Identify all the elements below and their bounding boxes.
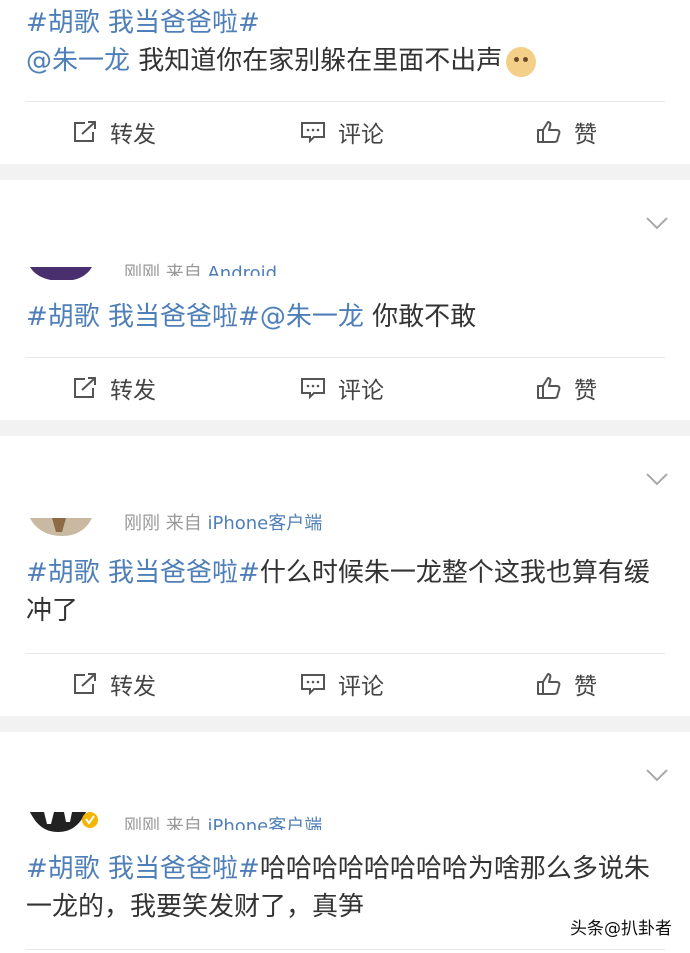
- post-from: 来自: [165, 263, 202, 276]
- comment-label: 评论: [338, 674, 384, 700]
- post-meta: 刚刚 来自 Android: [124, 258, 277, 276]
- post-body: 我知道你在家别躲在里面不出声: [130, 46, 503, 76]
- repost-icon: [74, 673, 96, 694]
- post-source[interactable]: Android: [207, 263, 277, 276]
- comment-icon: [301, 122, 325, 144]
- like-button[interactable]: 赞: [536, 654, 597, 714]
- comment-button[interactable]: 评论: [300, 102, 384, 162]
- like-button[interactable]: 赞: [536, 358, 597, 418]
- post-body: 你敢不敢: [363, 302, 477, 332]
- repost-label: 转发: [110, 122, 156, 148]
- post-from: 来自: [165, 816, 202, 830]
- thumbs-up-icon: [537, 121, 561, 143]
- like-label: 赞: [574, 378, 597, 404]
- like-label: 赞: [574, 674, 597, 700]
- action-bar: 转发 评论 赞: [0, 358, 690, 418]
- post-time: 刚刚: [124, 513, 160, 534]
- repost-label: 转发: [110, 674, 156, 700]
- post-time: 刚刚: [124, 816, 160, 830]
- doge-emoji-icon: [506, 46, 537, 77]
- post-source[interactable]: iPhone客户端: [207, 816, 322, 830]
- repost-button[interactable]: 转发: [72, 654, 156, 714]
- thumbs-up-icon: [537, 673, 561, 695]
- chevron-down-icon[interactable]: [646, 472, 668, 486]
- chevron-down-icon[interactable]: [646, 216, 668, 230]
- post-text: #胡歌 我当爸爸啦# @朱一龙 我知道你在家别躲在里面不出声: [26, 4, 660, 80]
- avatar[interactable]: [30, 266, 92, 280]
- thumbs-up-icon: [537, 377, 561, 399]
- comment-button[interactable]: 评论: [300, 358, 384, 418]
- like-label: 赞: [574, 122, 597, 148]
- post-card-3: 刚刚 来自 iPhone客户端 #胡歌 我当爸爸啦#什么时候朱一龙整个这我也算有…: [0, 436, 690, 716]
- comment-label: 评论: [338, 122, 384, 148]
- repost-icon: [74, 377, 96, 398]
- post-text: #胡歌 我当爸爸啦#什么时候朱一龙整个这我也算有缓冲了: [26, 554, 660, 630]
- repost-icon: [74, 121, 96, 142]
- post-source[interactable]: iPhone客户端: [207, 513, 322, 534]
- post-card-1: #胡歌 我当爸爸啦# @朱一龙 我知道你在家别躲在里面不出声 转发 评论 赞: [0, 0, 690, 164]
- action-bar: 转发 评论 赞: [0, 102, 690, 162]
- post-meta: 刚刚 来自 iPhone客户端: [124, 812, 322, 830]
- divider: [25, 949, 665, 950]
- comment-icon: [301, 378, 325, 400]
- repost-button[interactable]: 转发: [72, 358, 156, 418]
- topic-link[interactable]: #胡歌 我当爸爸啦#: [26, 558, 260, 588]
- avatar[interactable]: [30, 812, 100, 832]
- post-card-2: 刚刚 来自 Android #胡歌 我当爸爸啦#@朱一龙 你敢不敢 转发 评论 …: [0, 180, 690, 420]
- watermark: 头条@扒卦者: [566, 912, 676, 941]
- topic-link[interactable]: #胡歌 我当爸爸啦#: [26, 302, 260, 332]
- repost-label: 转发: [110, 378, 156, 404]
- mention-link[interactable]: @朱一龙: [260, 302, 364, 332]
- avatar[interactable]: [30, 518, 92, 536]
- post-meta: 刚刚 来自 iPhone客户端: [124, 511, 322, 537]
- post-from: 来自: [165, 513, 202, 534]
- comment-icon: [301, 674, 325, 696]
- post-card-4: 刚刚 来自 iPhone客户端 #胡歌 我当爸爸啦#哈哈哈哈哈哈哈哈为啥那么多说…: [0, 732, 690, 953]
- comment-button[interactable]: 评论: [300, 654, 384, 714]
- mention-link[interactable]: @朱一龙: [26, 46, 130, 76]
- repost-button[interactable]: 转发: [72, 102, 156, 162]
- topic-link[interactable]: #胡歌 我当爸爸啦#: [26, 854, 260, 884]
- post-time: 刚刚: [124, 263, 160, 276]
- like-button[interactable]: 赞: [536, 102, 597, 162]
- chevron-down-icon[interactable]: [646, 768, 668, 782]
- comment-label: 评论: [338, 378, 384, 404]
- post-text: #胡歌 我当爸爸啦#@朱一龙 你敢不敢: [26, 298, 660, 336]
- topic-link[interactable]: #胡歌 我当爸爸啦#: [26, 8, 260, 38]
- action-bar: 转发 评论 赞: [0, 654, 690, 714]
- post-text: #胡歌 我当爸爸啦#哈哈哈哈哈哈哈哈为啥那么多说朱一龙的，我要笑发财了，真笋: [26, 850, 660, 926]
